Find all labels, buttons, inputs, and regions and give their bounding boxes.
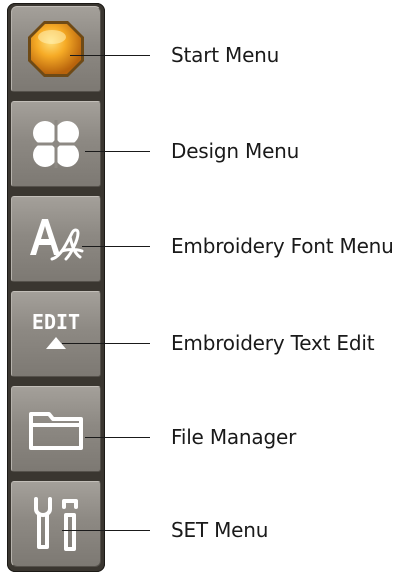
embroidery-text-edit-button[interactable]: EDIT [11,291,101,377]
label-design-menu: Design Menu [171,139,300,163]
vertical-toolbar: EDIT [7,3,105,572]
label-embroidery-text-edit: Embroidery Text Edit [171,331,375,355]
design-clover-icon [32,120,80,168]
callout-line-set-menu [62,530,150,531]
label-embroidery-font-menu: Embroidery Font Menu [171,234,394,258]
label-set-menu: SET Menu [171,518,269,542]
file-manager-button[interactable] [11,386,101,472]
set-menu-button[interactable] [11,481,101,567]
edit-arrow-icon: EDIT [32,310,80,349]
callout-line-design-menu [85,151,150,152]
callout-line-embroidery-text-edit [62,343,150,344]
callout-line-embroidery-font-menu [82,246,150,247]
settings-tools-icon [34,497,78,551]
callout-line-file-manager [85,437,150,438]
callout-line-start-menu [70,55,150,56]
edit-icon-text: EDIT [32,310,80,334]
design-menu-button[interactable] [11,101,101,187]
start-orb-icon [28,21,84,77]
embroidery-font-menu-button[interactable] [11,196,101,282]
label-start-menu: Start Menu [171,43,280,67]
label-file-manager: File Manager [171,425,297,449]
folder-icon [29,412,83,450]
embroidery-font-icon [30,219,84,261]
start-menu-button[interactable] [11,6,101,92]
